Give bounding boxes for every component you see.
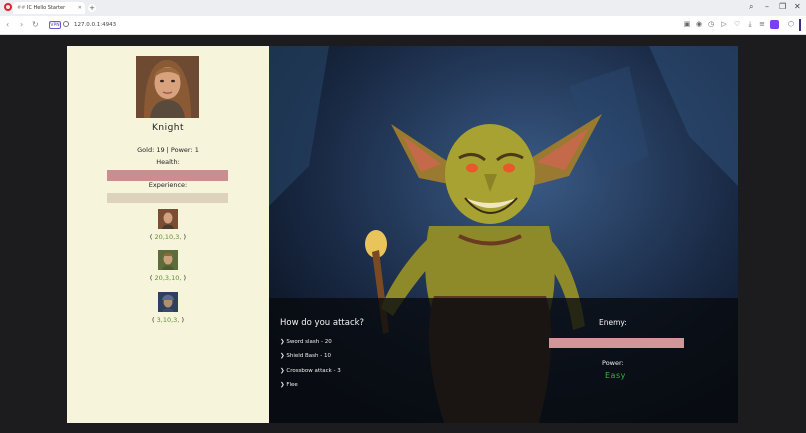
address-bar: ‹ › ↻ VPN 127.0.0.1:4943 ▣ ◉ ◷ ▷ ♡ ⤓ ≡ ⬡ [0,16,806,35]
close-window-icon[interactable]: ✕ [794,2,801,11]
companion-3-avatar[interactable] [158,292,178,312]
vpn-badge[interactable]: VPN [49,21,61,29]
enemy-label: Enemy: [599,318,627,327]
attack-option-crossbow[interactable]: ❯ Crossbow attack - 3 [280,368,341,374]
menu-icon[interactable]: ≡ [758,20,766,28]
health-label: Health: [156,158,180,166]
enemy-health-fill [549,338,684,348]
new-tab-icon[interactable]: + [88,4,96,12]
heart-icon[interactable]: ♡ [733,20,741,28]
experience-label: Experience: [148,181,188,189]
reload-icon[interactable]: ↻ [32,20,39,30]
battle-scene: How do you attack? ❯ Sword slash - 20 ❯ … [269,46,738,423]
health-bar-fill [107,170,228,181]
download-icon[interactable]: ⤓ [746,20,754,28]
attack-prompt: How do you attack? [280,318,365,328]
snapshot-icon[interactable]: ▣ [683,20,691,28]
knight-portrait [136,56,199,118]
chevron-right-icon: ❯ [280,339,285,345]
maximize-icon[interactable]: ❐ [779,2,786,11]
attack-option-flee[interactable]: ❯ Flee [280,382,298,388]
enemy-power-value: Easy [605,371,626,380]
tab-prefix: ## [17,5,26,11]
character-name: Knight [151,123,185,133]
extensions-icon[interactable]: ⬡ [787,20,795,28]
enemy-health-bar [549,338,684,348]
combat-menu: How do you attack? ❯ Sword slash - 20 ❯ … [269,298,738,423]
attack-option-sword-slash[interactable]: ❯ Sword slash - 20 [280,339,332,345]
camera-icon[interactable]: ◉ [695,20,703,28]
chevron-right-icon: ❯ [280,353,285,359]
attack-option-shield-bash[interactable]: ❯ Shield Bash - 10 [280,353,331,359]
url-field[interactable]: 127.0.0.1:4943 [74,20,116,30]
back-icon[interactable]: ‹ [6,20,9,30]
companion-3-stats: ( 3,10,3, ) [152,316,184,324]
browser-tab[interactable]: ## IC Hello Starter ✕ [13,2,85,14]
player-panel: Knight Gold: 19 | Power: 1 Health: Exper… [67,46,269,423]
browser-tab-bar: ## IC Hello Starter ✕ + ⌕ – ❐ ✕ [0,0,806,16]
companion-2-avatar[interactable] [158,250,178,270]
experience-bar [107,193,228,203]
sidebar-accent [799,19,801,31]
tab-close-icon[interactable]: ✕ [78,2,82,14]
health-bar [107,170,228,181]
player-icon[interactable]: ▷ [720,20,728,28]
minimize-icon[interactable]: – [765,2,769,11]
companion-1-avatar[interactable] [158,209,178,229]
browser-logo-icon[interactable] [4,3,12,11]
site-info-icon[interactable] [63,21,69,27]
tab-title: IC Hello Starter [26,5,66,11]
game-container: Knight Gold: 19 | Power: 1 Health: Exper… [67,46,738,423]
companion-2-stats: ( 20,3,10, ) [149,274,187,282]
enemy-power-label: Power: [602,359,624,367]
chevron-right-icon: ❯ [280,368,285,374]
chevron-right-icon: ❯ [280,382,285,388]
companion-1-stats: ( 20,10,3, ) [149,233,187,241]
gold-power-stats: Gold: 19 | Power: 1 [137,146,199,154]
forward-icon[interactable]: › [20,20,23,30]
search-tabs-icon[interactable]: ⌕ [749,2,753,12]
history-icon[interactable]: ◷ [707,20,715,28]
profile-avatar[interactable] [770,20,779,29]
